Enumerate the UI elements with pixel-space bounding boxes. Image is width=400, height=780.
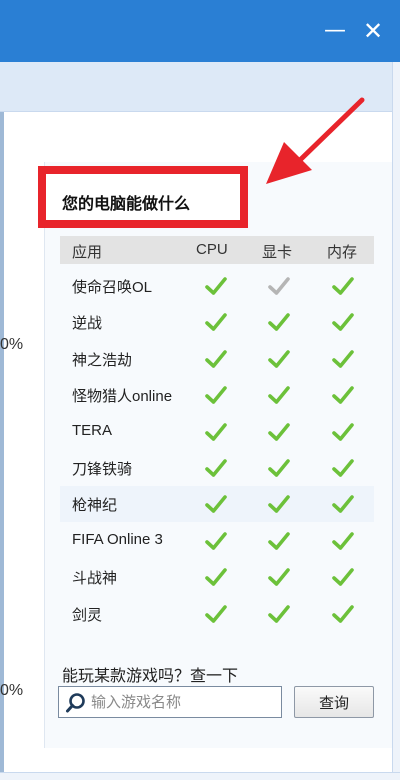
memory-status bbox=[331, 493, 355, 515]
memory-status bbox=[331, 530, 355, 552]
table-row: 剑灵 bbox=[60, 596, 374, 632]
gpu-status bbox=[267, 384, 291, 406]
close-button[interactable]: ✕ bbox=[360, 18, 386, 44]
memory-status bbox=[331, 384, 355, 406]
window-bottom-border bbox=[0, 772, 400, 780]
search-icon bbox=[66, 693, 85, 713]
window-right-border bbox=[392, 62, 400, 780]
check-icon bbox=[268, 386, 290, 404]
check-icon bbox=[205, 495, 227, 514]
game-name: 逆战 bbox=[72, 315, 103, 333]
search-prompt-label: 能玩某款游戏吗？查一下 bbox=[62, 668, 239, 685]
memory-status bbox=[331, 311, 355, 333]
cpu-status bbox=[204, 493, 228, 515]
check-icon bbox=[332, 459, 354, 477]
cpu-status bbox=[204, 603, 228, 625]
check-icon bbox=[268, 604, 290, 623]
memory-status bbox=[331, 348, 355, 370]
query-button[interactable]: 查询 bbox=[294, 686, 374, 718]
table-row: 神之浩劫 bbox=[60, 341, 374, 377]
cpu-status bbox=[204, 348, 228, 370]
check-icon bbox=[205, 422, 227, 441]
game-name: TERA bbox=[72, 421, 113, 439]
column-header-gpu: 显卡 bbox=[262, 244, 293, 261]
game-name: FIFA Online 3 bbox=[72, 530, 163, 548]
gpu-status bbox=[267, 493, 291, 515]
game-name: 斗战神 bbox=[72, 570, 118, 588]
check-icon bbox=[268, 313, 290, 332]
check-icon bbox=[332, 386, 354, 404]
check-icon bbox=[268, 495, 290, 514]
check-icon bbox=[205, 386, 227, 404]
check-icon bbox=[268, 422, 290, 441]
memory-status bbox=[331, 457, 355, 479]
check-icon bbox=[205, 277, 227, 295]
check-icon bbox=[205, 604, 227, 623]
check-icon bbox=[332, 604, 354, 623]
column-header-app: 应用 bbox=[72, 244, 103, 261]
memory-status bbox=[331, 603, 355, 625]
side-percentage-top: 0% bbox=[0, 336, 24, 353]
check-icon bbox=[332, 277, 354, 295]
game-name: 使命召唤OL bbox=[72, 279, 153, 296]
cpu-status bbox=[204, 457, 228, 479]
cpu-status bbox=[204, 275, 228, 297]
check-icon bbox=[205, 568, 227, 586]
memory-status bbox=[331, 275, 355, 297]
memory-status bbox=[331, 566, 355, 588]
column-header-cpu: CPU bbox=[196, 241, 228, 258]
search-input[interactable] bbox=[91, 691, 277, 713]
gpu-status bbox=[267, 275, 291, 297]
cpu-status bbox=[204, 384, 228, 406]
check-icon bbox=[268, 568, 290, 586]
check-icon bbox=[205, 459, 227, 477]
minimize-button[interactable]: — bbox=[322, 18, 348, 44]
game-name: 刀锋铁骑 bbox=[72, 461, 133, 478]
table-row: 枪神纪 bbox=[60, 486, 374, 523]
cpu-status bbox=[204, 421, 228, 443]
check-icon bbox=[332, 349, 354, 368]
table-row: 使命召唤OL bbox=[60, 268, 374, 304]
check-icon bbox=[332, 495, 354, 514]
game-name: 怪物猎人online bbox=[72, 388, 173, 406]
memory-status bbox=[331, 421, 355, 443]
check-icon bbox=[332, 422, 354, 441]
game-name: 神之浩劫 bbox=[72, 351, 133, 369]
gpu-status bbox=[267, 421, 291, 443]
gpu-status bbox=[267, 530, 291, 552]
check-icon bbox=[205, 349, 227, 368]
cpu-status bbox=[204, 566, 228, 588]
table-row: 斗战神 bbox=[60, 559, 374, 595]
check-gray-icon bbox=[268, 277, 290, 295]
window-titlebar: — ✕ bbox=[0, 0, 400, 62]
table-row: 刀锋铁骑 bbox=[60, 450, 374, 486]
gpu-status bbox=[267, 311, 291, 333]
table-row: 逆战 bbox=[60, 304, 374, 340]
gpu-status bbox=[267, 603, 291, 625]
cpu-status bbox=[204, 311, 228, 333]
check-icon bbox=[268, 459, 290, 477]
side-percentage-bottom: 0% bbox=[0, 682, 24, 699]
search-field[interactable] bbox=[58, 686, 282, 718]
table-row: FIFA Online 3 bbox=[60, 523, 374, 559]
cpu-status bbox=[204, 530, 228, 552]
gpu-status bbox=[267, 566, 291, 588]
check-icon bbox=[205, 313, 227, 332]
card-title: 您的电脑能做什么 bbox=[62, 196, 191, 213]
gpu-status bbox=[267, 348, 291, 370]
table-row: 怪物猎人online bbox=[60, 377, 374, 413]
column-header-memory: 内存 bbox=[327, 244, 358, 261]
gpu-status bbox=[267, 457, 291, 479]
game-name: 枪神纪 bbox=[72, 497, 118, 515]
red-arrow-icon bbox=[266, 97, 365, 184]
check-icon bbox=[332, 568, 354, 586]
check-icon bbox=[268, 531, 290, 550]
game-name: 剑灵 bbox=[72, 606, 103, 624]
check-icon bbox=[268, 349, 290, 368]
check-icon bbox=[332, 531, 354, 550]
check-icon bbox=[332, 313, 354, 332]
table-row: TERA bbox=[60, 414, 374, 450]
check-icon bbox=[205, 531, 227, 550]
